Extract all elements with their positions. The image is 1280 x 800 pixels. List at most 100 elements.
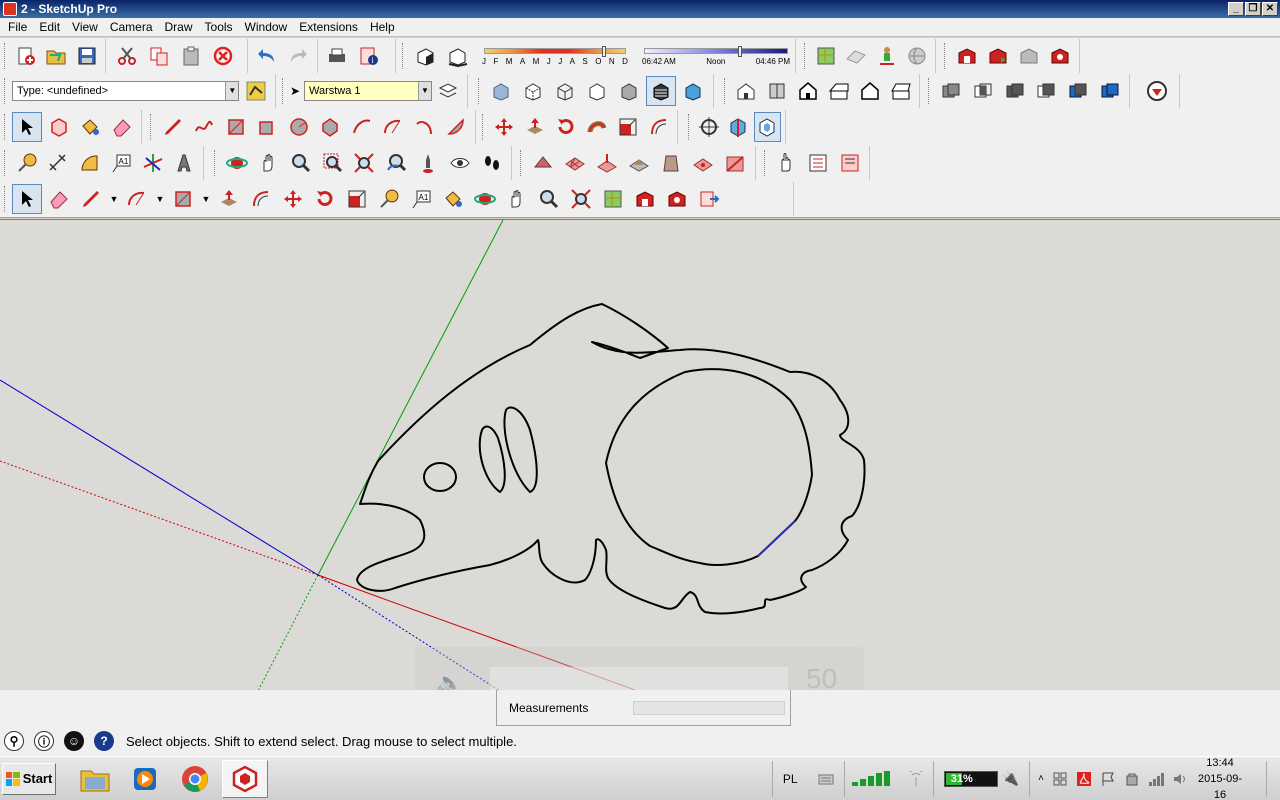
language-indicator[interactable]: PL (771, 760, 808, 797)
from-scratch-button[interactable] (560, 148, 590, 178)
3d-text-button[interactable] (169, 148, 199, 178)
subtract-button[interactable] (1031, 76, 1061, 106)
taskbar-sketchup[interactable] (222, 759, 268, 798)
wifi-antenna-icon[interactable] (908, 770, 924, 787)
display-section-cuts-button[interactable] (753, 112, 781, 142)
minimize-button[interactable]: _ (1228, 2, 1244, 16)
scale-tool-button[interactable] (613, 112, 642, 142)
menu-window[interactable]: Window (239, 18, 294, 37)
dynamic-components-button[interactable] (804, 148, 834, 178)
restore-button[interactable]: ❐ (1245, 2, 1261, 16)
line-dropdown[interactable]: ▼ (108, 184, 120, 214)
rectangle-button-2[interactable] (168, 184, 198, 214)
drawing-area[interactable]: 🔈 50 (0, 219, 1280, 690)
paint-bucket-button[interactable] (75, 112, 105, 142)
push-pull-button-2[interactable] (214, 184, 244, 214)
erase-button[interactable] (208, 41, 238, 71)
position-camera-button[interactable] (413, 148, 443, 178)
start-button[interactable]: Start (2, 762, 56, 795)
layer-select[interactable]: Warstwa 1 ▼ (304, 81, 432, 101)
rotate-tool-button[interactable] (552, 112, 581, 142)
menu-draw[interactable]: Draw (159, 18, 199, 37)
offset-tool-button[interactable] (644, 112, 673, 142)
component-attributes-button[interactable] (835, 148, 865, 178)
iso-view-button[interactable] (732, 76, 761, 106)
undo-button[interactable] (252, 41, 282, 71)
send-to-layout-button[interactable] (694, 184, 724, 214)
shaded-textures-button[interactable] (646, 76, 676, 106)
chevron-up-icon[interactable]: ˄ (1038, 773, 1044, 784)
menu-file[interactable]: File (2, 18, 33, 37)
battery-group[interactable]: 31% 🔌 (934, 770, 1029, 787)
axes-tool-button[interactable] (138, 148, 168, 178)
left-view-button[interactable] (886, 76, 915, 106)
menu-tools[interactable]: Tools (199, 18, 239, 37)
redo-button[interactable] (284, 41, 314, 71)
tape-measure-button[interactable] (12, 148, 42, 178)
entity-type-select[interactable]: Type: <undefined> ▼ (11, 81, 240, 101)
open-file-button[interactable] (42, 41, 70, 71)
hidden-line-button[interactable] (582, 76, 612, 106)
action-center-flag-icon[interactable] (1100, 771, 1116, 787)
show-desktop-button[interactable] (1266, 760, 1280, 797)
section-plane-button[interactable] (696, 112, 723, 142)
cut-button[interactable] (112, 41, 142, 71)
print-button[interactable] (322, 41, 352, 71)
layer-manager-button[interactable] (434, 76, 463, 106)
time-slider[interactable] (642, 46, 790, 57)
follow-me-button[interactable] (582, 112, 611, 142)
arc-dropdown[interactable]: ▼ (154, 184, 166, 214)
warehouse-button-2[interactable] (630, 184, 660, 214)
back-view-button[interactable] (855, 76, 884, 106)
union-button[interactable] (1000, 76, 1030, 106)
menu-extensions[interactable]: Extensions (293, 18, 364, 37)
rotated-rectangle-button[interactable] (252, 112, 282, 142)
arc-tool-button[interactable] (347, 112, 377, 142)
new-file-button[interactable] (12, 41, 40, 71)
text-button-2[interactable]: A1 (406, 184, 436, 214)
menu-help[interactable]: Help (364, 18, 401, 37)
arc-button-2[interactable] (122, 184, 152, 214)
windows-store-icon[interactable] (1052, 771, 1068, 787)
photo-textures-button[interactable] (872, 41, 900, 71)
split-button[interactable] (1095, 76, 1125, 106)
stamp-button[interactable] (624, 148, 654, 178)
shaded-button[interactable] (614, 76, 644, 106)
orbit-button-2[interactable] (470, 184, 500, 214)
from-contours-button[interactable] (528, 148, 558, 178)
add-location-button[interactable] (812, 41, 840, 71)
speaker-icon[interactable] (1172, 771, 1188, 787)
walk-button[interactable] (477, 148, 507, 178)
back-edges-button[interactable] (518, 76, 548, 106)
extension-warehouse-button-2[interactable] (662, 184, 692, 214)
3d-warehouse-button[interactable] (952, 41, 981, 71)
geo-location-icon[interactable]: ⚲ (4, 731, 24, 751)
extension-warehouse-button[interactable] (1046, 41, 1075, 71)
zoom-button-2[interactable] (534, 184, 564, 214)
menu-camera[interactable]: Camera (104, 18, 159, 37)
menu-view[interactable]: View (66, 18, 104, 37)
eraser-button[interactable] (107, 112, 137, 142)
3point-arc-button[interactable] (410, 112, 440, 142)
push-pull-button[interactable] (521, 112, 550, 142)
pan-button-2[interactable] (502, 184, 532, 214)
move-button-2[interactable] (278, 184, 308, 214)
pie-tool-button[interactable] (441, 112, 471, 142)
user-account-icon[interactable]: ☺ (64, 731, 84, 751)
interact-button[interactable] (772, 148, 802, 178)
credits-icon[interactable]: ⓘ (34, 731, 54, 751)
flip-edge-button[interactable] (720, 148, 750, 178)
help-icon[interactable]: ? (94, 731, 114, 751)
security-icon[interactable] (1124, 771, 1140, 787)
taskbar-explorer[interactable] (72, 760, 118, 798)
outer-shell-button[interactable] (936, 76, 966, 106)
circle-tool-button[interactable] (284, 112, 314, 142)
paint-bucket-button-2[interactable] (438, 184, 468, 214)
xray-button[interactable] (486, 76, 516, 106)
date-slider[interactable] (482, 46, 628, 57)
save-button[interactable] (73, 41, 101, 71)
display-section-planes-button[interactable] (725, 112, 752, 142)
rotate-button-2[interactable] (310, 184, 340, 214)
scale-button-2[interactable] (342, 184, 372, 214)
pan-button[interactable] (254, 148, 284, 178)
